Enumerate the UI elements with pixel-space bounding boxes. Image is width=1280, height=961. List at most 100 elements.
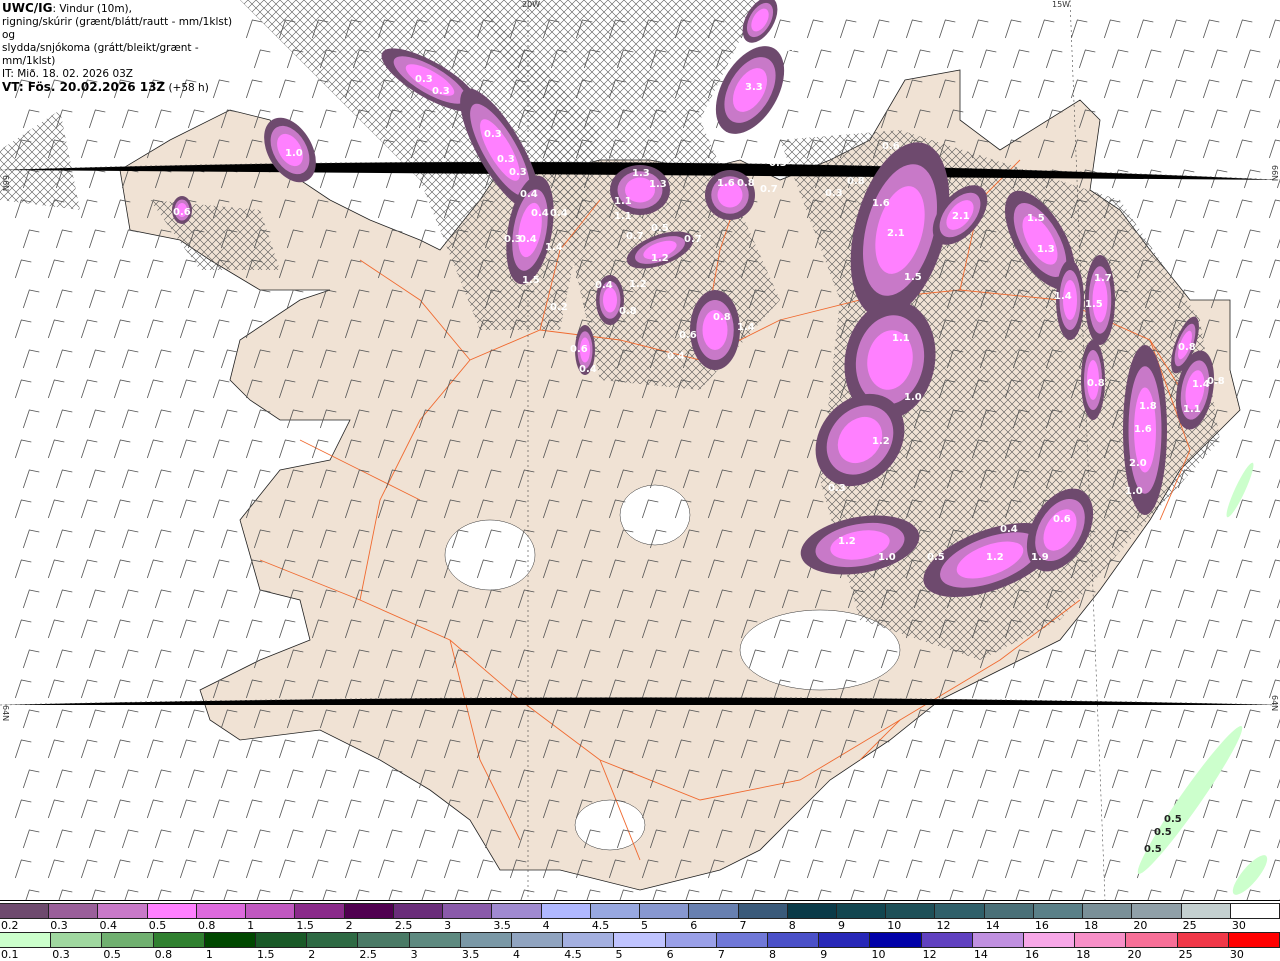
precip-value-label: 0.5 xyxy=(1144,844,1162,855)
precip-value-label: 1.3 xyxy=(649,179,667,190)
snow-legend-label: 0.3 xyxy=(50,919,68,932)
rain-color-swatch xyxy=(716,933,769,947)
rain-legend-label: 0.3 xyxy=(52,948,70,961)
snow-legend-label: 9 xyxy=(837,919,845,932)
snow-color-swatch xyxy=(147,904,197,918)
precip-value-label: 0.8 xyxy=(619,306,637,317)
rain-legend-label: 0.1 xyxy=(1,948,19,961)
rain-legend-label: 3 xyxy=(410,948,418,961)
precip-value-label: 0.5 xyxy=(1164,814,1182,825)
precip-value-label: 0.5 xyxy=(651,223,669,234)
rain-color-swatch xyxy=(102,933,154,947)
title-line1: : Vindur (10m), xyxy=(52,3,132,15)
precip-value-label: 0.6 xyxy=(679,330,697,341)
precip-value-label: 0.4 xyxy=(579,364,597,375)
lat-label-64n-right: 64N xyxy=(1270,695,1279,711)
rain-legend-label: 2 xyxy=(308,948,316,961)
precip-value-label: 0.8 xyxy=(1207,376,1225,387)
rain-legend-label: 6 xyxy=(666,948,674,961)
rain-color-swatch xyxy=(512,933,564,947)
rain-color-swatch xyxy=(0,933,52,947)
snow-color-swatch xyxy=(492,904,542,918)
rain-legend-label: 4 xyxy=(513,948,521,961)
lon-label-15w: 15W xyxy=(1052,0,1070,9)
snow-legend-label: 2 xyxy=(345,919,353,932)
precip-value-label: 3.3 xyxy=(745,82,763,93)
rain-legend-label: 25 xyxy=(1178,948,1193,961)
precip-value-label: 0.4 xyxy=(519,234,537,245)
rain-legend-label: 3.5 xyxy=(461,948,480,961)
precip-value-label: 0.8 xyxy=(713,312,731,323)
snow-legend-label: 2.5 xyxy=(394,919,413,932)
precip-value-label: 0.7 xyxy=(626,231,644,242)
color-legend: 0.2 0.3 0.4 0.5 0.8 1 1.5 2 2.5 3 3.5 4 4.5 5 6 7 8 9 10 12… xyxy=(0,900,1280,961)
lat-label-66n-left: 66N xyxy=(1,175,10,191)
snow-area xyxy=(603,287,617,313)
rain-legend-label: 0.8 xyxy=(154,948,173,961)
precip-value-label: 2.1 xyxy=(887,228,905,239)
snow-legend-label: 18 xyxy=(1084,919,1099,932)
snow-legend-label: 16 xyxy=(1034,919,1049,932)
snow-legend-label: 4 xyxy=(542,919,550,932)
rain-color-swatch xyxy=(768,933,820,947)
precip-value-label: 0.8 xyxy=(847,176,865,187)
precip-value-label: 0.2 xyxy=(550,302,568,313)
precip-value-label: 1.5 xyxy=(904,272,922,283)
snow-legend-label: 1 xyxy=(247,919,255,932)
snow-legend-label: 12 xyxy=(936,919,951,932)
snow-legend-label: 1.5 xyxy=(296,919,314,932)
precip-value-label: 1.0 xyxy=(878,552,896,563)
snow-legend-label: 14 xyxy=(985,919,1000,932)
rain-color-swatch xyxy=(460,933,513,947)
precip-value-label: 2.0 xyxy=(1129,458,1147,469)
snow-color-swatch xyxy=(98,904,148,918)
snow-legend-label: 8 xyxy=(788,919,796,932)
rain-legend-label: 1.5 xyxy=(257,948,275,961)
rain-color-swatch xyxy=(409,933,461,947)
snow-color-swatch xyxy=(1132,904,1182,918)
rain-color-swatch xyxy=(358,933,410,947)
snow-color-swatch xyxy=(738,904,788,918)
lat-label-64n-left: 64N xyxy=(1,705,10,721)
rain-color-swatch xyxy=(1024,933,1076,947)
snow-color-swatch xyxy=(1230,904,1280,918)
precip-value-label: 1.5 xyxy=(1027,213,1045,224)
precip-value-label: 0.6 xyxy=(1053,514,1071,525)
precip-value-label: 0.8 xyxy=(1178,342,1196,353)
rain-legend-label: 4.5 xyxy=(564,948,582,961)
precip-value-label: 1.4 xyxy=(545,242,563,253)
precip-value-label: 1.0 xyxy=(285,148,303,159)
snow-color-swatch xyxy=(0,904,50,918)
rain-colorbar xyxy=(0,932,1280,948)
rain-color-swatch xyxy=(1228,933,1280,947)
snow-color-swatch xyxy=(787,904,837,918)
precip-value-label: 0.7 xyxy=(684,234,702,245)
precip-value-label: 1.8 xyxy=(1139,401,1157,412)
rain-color-swatch xyxy=(870,933,922,947)
rain-color-swatch xyxy=(665,933,717,947)
precip-value-label: 1.0 xyxy=(1125,486,1143,497)
precip-value-label: 0.4 xyxy=(520,189,538,200)
precip-value-label: 1.3 xyxy=(1037,244,1055,255)
precip-value-label: 1.2 xyxy=(838,536,856,547)
precip-value-label: 0.3 xyxy=(415,74,433,85)
rain-color-swatch xyxy=(1075,933,1127,947)
precip-value-label: 1.5 xyxy=(522,275,540,286)
precip-value-label: 0.3 xyxy=(432,86,450,97)
precip-value-label: 1.9 xyxy=(1031,552,1049,563)
rain-colorbar-labels: 0.1 0.3 0.5 0.8 1 1.5 2 2.5 3 3.5 4 4.5 5 6 7 8 9 10 12 14 1… xyxy=(0,948,1280,961)
rain-color-swatch xyxy=(1177,933,1229,947)
rain-color-swatch xyxy=(51,933,103,947)
precip-value-label: 1.6 xyxy=(717,178,735,189)
model-name: UWC/IG xyxy=(2,1,53,15)
snow-colorbar-labels: 0.2 0.3 0.4 0.5 0.8 1 1.5 2 2.5 3 3.5 4 4.5 5 6 7 8 9 10 12… xyxy=(0,919,1280,932)
rain-legend-label: 18 xyxy=(1076,948,1091,961)
snow-legend-label: 0.5 xyxy=(148,919,167,932)
weather-map[interactable]: 0.30.30.30.30.30.40.4 0.40.30.41.41.50.20… xyxy=(0,0,1280,900)
snow-color-swatch xyxy=(1181,904,1231,918)
snow-color-swatch xyxy=(344,904,394,918)
precip-value-label: 1.7 xyxy=(1094,273,1112,284)
rain-legend-label: 16 xyxy=(1025,948,1040,961)
snow-color-swatch xyxy=(1033,904,1084,918)
map-title-box: UWC/IG: Vindur (10m), rigning/skúrir (gr… xyxy=(0,0,238,94)
